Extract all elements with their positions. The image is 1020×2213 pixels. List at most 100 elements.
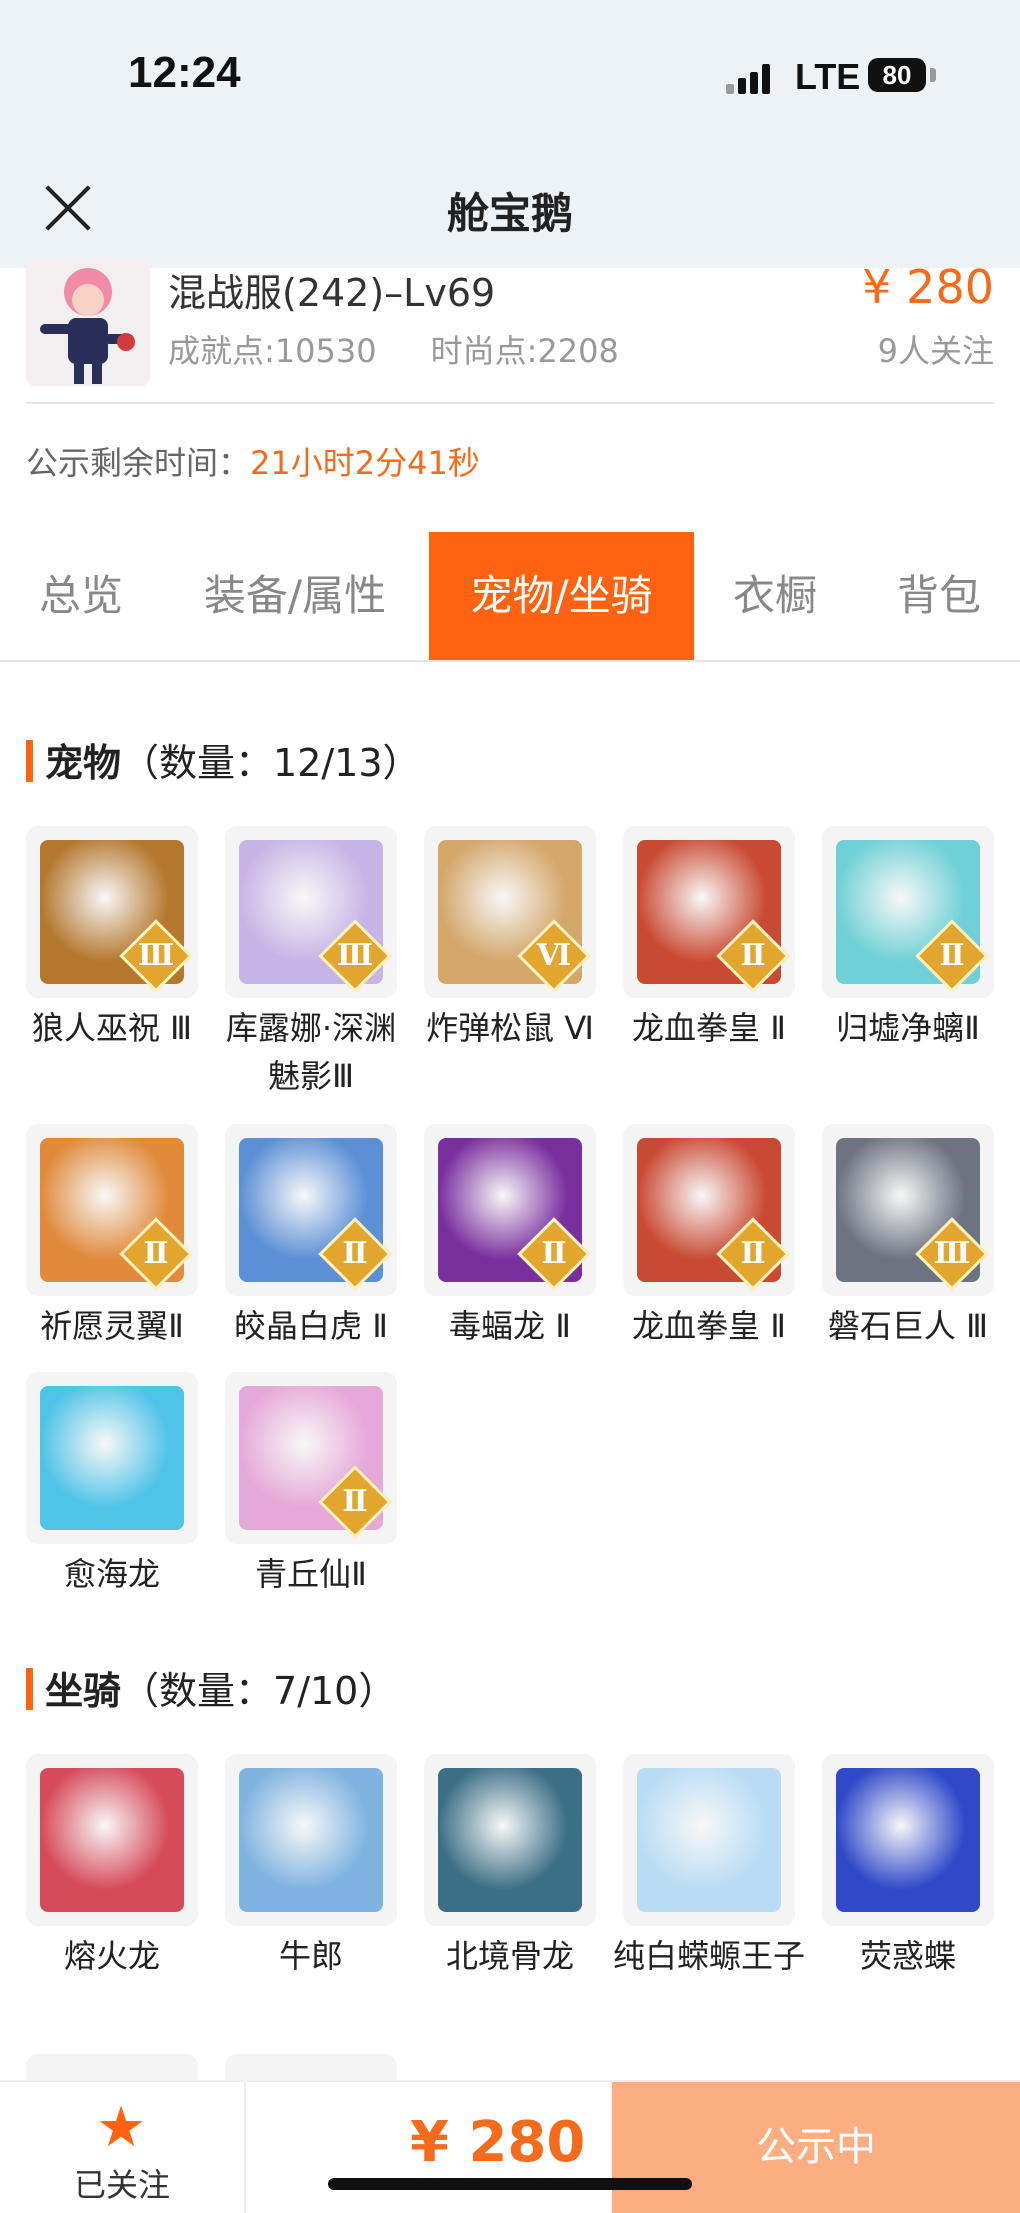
mount-card[interactable]: 荧惑蝶: [822, 1754, 994, 1980]
bottom-price: ¥ 280: [410, 2110, 586, 2175]
follow-button[interactable]: ★ 已关注: [0, 2082, 246, 2213]
tier-badge-text: Ⅱ: [939, 938, 965, 973]
pet-name: 愈海龙: [63, 1555, 160, 1593]
server-level: 混战服(242)–Lv69: [168, 271, 496, 315]
tier-badge-text: Ⅲ: [336, 938, 374, 973]
pet-card[interactable]: Ⅱ 毒蝠龙 Ⅱ: [424, 1124, 596, 1350]
nav-bar: 舱宝鹅: [0, 150, 1020, 268]
pet-thumbnail: Ⅲ: [26, 826, 198, 998]
pet-name: 归墟净螭Ⅱ: [836, 1009, 980, 1047]
pet-card[interactable]: Ⅱ 归墟净螭Ⅱ: [822, 826, 994, 1052]
countdown-value: 21小时2分41秒: [250, 444, 480, 482]
pet-name: 毒蝠龙 Ⅱ: [449, 1307, 571, 1345]
mount-name: 北境骨龙: [445, 1937, 574, 1975]
tab-equipment[interactable]: 装备/属性: [190, 532, 400, 660]
signal-icon: [726, 60, 776, 94]
pet-thumbnail: Ⅱ: [225, 1124, 397, 1296]
pet-thumbnail: Ⅱ: [424, 1124, 596, 1296]
mount-card[interactable]: 北境骨龙: [424, 1754, 596, 1980]
pet-name: 青丘仙Ⅱ: [255, 1555, 367, 1593]
mount-thumbnail: [424, 1754, 596, 1926]
tier-badge-text: Ⅱ: [740, 1236, 766, 1271]
tier-badge-text: Ⅱ: [740, 938, 766, 973]
mount-card[interactable]: 牛郎: [225, 1754, 397, 1980]
mounts-title: 坐骑: [45, 1669, 122, 1713]
mount-name: 熔火龙: [63, 1937, 160, 1975]
mounts-section-title: 坐骑（数量：7/10）: [26, 1660, 396, 1715]
pet-name: 龙血拳皇 Ⅱ: [632, 1307, 786, 1345]
tier-badge-text: Ⅲ: [933, 1236, 971, 1271]
pet-name: 库露娜·深渊魅影Ⅲ: [225, 1009, 397, 1095]
pet-name: 皎晶白虎 Ⅱ: [234, 1307, 388, 1345]
pet-card[interactable]: 愈海龙: [26, 1372, 198, 1598]
pet-name: 狼人巫祝 Ⅲ: [31, 1009, 193, 1047]
tier-badge-text: Ⅱ: [342, 1236, 368, 1271]
status-time: 12:24: [128, 48, 241, 97]
pets-section-title: 宠物（数量：12/13）: [26, 732, 421, 787]
page-title: 舱宝鹅: [446, 189, 573, 238]
pet-card[interactable]: Ⅲ 狼人巫祝 Ⅲ: [26, 826, 198, 1052]
mount-thumbnail: [623, 1754, 795, 1926]
role-header: 混战服(242)–Lv69 成就点:10530 时尚点:2208 ¥ 280 9人…: [0, 258, 1020, 408]
tab-overview[interactable]: 总览: [26, 532, 136, 660]
pets-count: （数量：12/13）: [121, 741, 421, 785]
network-label: LTE: [795, 56, 861, 97]
bottom-bar: ★ 已关注 ¥ 280 公示中: [0, 2080, 1020, 2213]
achievement-points: 成就点:10530: [168, 332, 377, 370]
pet-card[interactable]: Ⅱ 龙血拳皇 Ⅱ: [623, 1124, 795, 1350]
star-icon: ★: [96, 2095, 147, 2160]
mount-thumbnail: [26, 1754, 198, 1926]
divider: [26, 402, 994, 404]
pet-name: 炸弹松鼠 Ⅵ: [426, 1009, 594, 1047]
pet-thumbnail: Ⅱ: [623, 826, 795, 998]
mount-thumbnail: [225, 1754, 397, 1926]
pet-card[interactable]: Ⅱ 龙血拳皇 Ⅱ: [623, 826, 795, 1052]
section-marker: [26, 740, 33, 782]
pet-name: 祈愿灵翼Ⅱ: [40, 1307, 184, 1345]
pet-name: 龙血拳皇 Ⅱ: [632, 1009, 786, 1047]
tab-wardrobe[interactable]: 衣橱: [720, 532, 830, 660]
tab-pets-mounts[interactable]: 宠物/坐骑: [429, 532, 694, 660]
battery-tip: [930, 68, 936, 82]
tab-bag[interactable]: 背包: [884, 532, 994, 660]
pet-thumbnail: Ⅱ: [822, 826, 994, 998]
pet-card[interactable]: Ⅱ 青丘仙Ⅱ: [225, 1372, 397, 1598]
pet-card[interactable]: Ⅲ 磐石巨人 Ⅲ: [822, 1124, 994, 1350]
status-bar: 12:24 LTE 80: [0, 0, 1020, 150]
battery-icon: 80: [868, 58, 926, 92]
fashion-points: 时尚点:2208: [430, 332, 619, 370]
pet-thumbnail: Ⅲ: [822, 1124, 994, 1296]
pet-thumbnail: [26, 1372, 198, 1544]
mount-image: [836, 1768, 980, 1912]
tab-bar: 总览 装备/属性 宠物/坐骑 衣橱 背包: [0, 532, 1020, 662]
mount-name: 纯白蝾螈王子: [612, 1937, 805, 1975]
mount-image: [239, 1768, 383, 1912]
mount-thumbnail: [822, 1754, 994, 1926]
pet-thumbnail: Ⅱ: [26, 1124, 198, 1296]
mount-name: 牛郎: [278, 1937, 343, 1975]
mount-image: [438, 1768, 582, 1912]
price: ¥ 280: [862, 260, 994, 314]
countdown-label: 公示剩余时间：: [26, 444, 251, 482]
pet-thumbnail: Ⅵ: [424, 826, 596, 998]
mount-image: [40, 1768, 184, 1912]
pet-name: 磐石巨人 Ⅲ: [827, 1307, 989, 1345]
tier-badge-text: Ⅱ: [342, 1484, 368, 1519]
tier-badge-text: Ⅱ: [143, 1236, 169, 1271]
mount-image: [637, 1768, 781, 1912]
tier-badge-text: Ⅵ: [536, 938, 572, 973]
pet-card[interactable]: Ⅵ 炸弹松鼠 Ⅵ: [424, 826, 596, 1052]
pet-card[interactable]: Ⅲ 库露娜·深渊魅影Ⅲ: [225, 826, 397, 1100]
avatar: [26, 258, 150, 386]
pet-thumbnail: Ⅱ: [225, 1372, 397, 1544]
home-indicator: [328, 2178, 692, 2190]
mount-name: 荧惑蝶: [859, 1937, 956, 1975]
mount-card[interactable]: 熔火龙: [26, 1754, 198, 1980]
role-stats: 成就点:10530 时尚点:2208: [168, 326, 619, 372]
tier-badge-text: Ⅱ: [541, 1236, 567, 1271]
pet-image: [40, 1386, 184, 1530]
publicity-status-button[interactable]: 公示中: [612, 2082, 1020, 2213]
mount-card[interactable]: 纯白蝾螈王子: [613, 1754, 805, 1980]
pet-card[interactable]: Ⅱ 祈愿灵翼Ⅱ: [26, 1124, 198, 1350]
pet-card[interactable]: Ⅱ 皎晶白虎 Ⅱ: [225, 1124, 397, 1350]
